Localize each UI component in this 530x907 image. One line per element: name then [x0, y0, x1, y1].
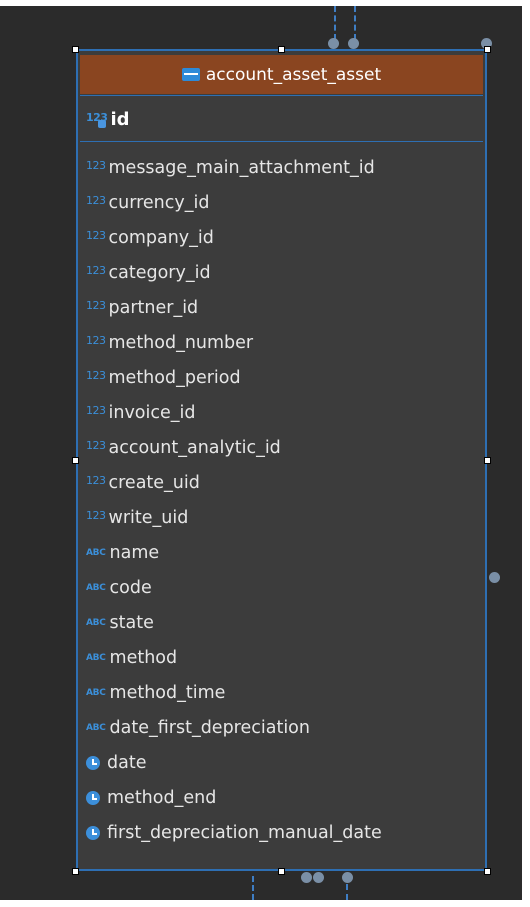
table-header[interactable]: account_asset_asset	[80, 55, 483, 94]
column-name: code	[109, 577, 152, 598]
connector-line	[334, 6, 336, 40]
column-row[interactable]: 123 message_main_attachment_id	[86, 150, 382, 185]
text-type-icon: ABC	[86, 547, 106, 558]
column-name: method_period	[108, 367, 241, 388]
primary-key-row[interactable]: 123 id	[86, 105, 130, 133]
column-name: method	[109, 647, 178, 668]
clock-icon	[86, 790, 100, 805]
number-type-icon: 123	[86, 229, 106, 242]
resize-handle-left[interactable]	[72, 457, 79, 464]
text-type-icon: ABC	[86, 582, 106, 593]
connector-dot[interactable]	[313, 872, 324, 883]
column-name: state	[109, 612, 154, 633]
connector-dot[interactable]	[342, 872, 353, 883]
column-row[interactable]: ABC method	[86, 640, 382, 675]
column-name: create_uid	[108, 472, 200, 493]
primary-key-name: id	[110, 108, 130, 130]
right-edge	[522, 0, 530, 907]
number-type-icon: 123	[86, 299, 106, 312]
text-type-icon: ABC	[86, 652, 106, 663]
column-name: account_analytic_id	[108, 437, 281, 458]
column-name: message_main_attachment_id	[108, 157, 375, 178]
column-row[interactable]: date	[86, 745, 382, 780]
column-row[interactable]: 123 create_uid	[86, 465, 382, 500]
connector-dot[interactable]	[328, 38, 339, 49]
resize-handle-top-left[interactable]	[72, 46, 79, 53]
column-name: date_first_depreciation	[109, 717, 310, 738]
connector-line	[252, 876, 254, 900]
column-row[interactable]: 123 category_id	[86, 255, 382, 290]
column-row[interactable]: ABC state	[86, 605, 382, 640]
resize-handle-top[interactable]	[278, 46, 285, 53]
column-name: company_id	[108, 227, 214, 248]
column-name: date	[107, 752, 147, 773]
text-type-icon: ABC	[86, 722, 106, 733]
column-name: write_uid	[108, 507, 189, 528]
resize-handle-bottom[interactable]	[278, 868, 285, 875]
column-name: name	[109, 542, 160, 563]
column-name: invoice_id	[108, 402, 196, 423]
divider	[80, 141, 483, 142]
connector-dot[interactable]	[348, 38, 359, 49]
number-type-icon: 123	[86, 159, 106, 172]
column-row[interactable]: 123 company_id	[86, 220, 382, 255]
column-row[interactable]: 123 invoice_id	[86, 395, 382, 430]
column-row[interactable]: 123 method_period	[86, 360, 382, 395]
column-row[interactable]: ABC date_first_depreciation	[86, 710, 382, 745]
column-row[interactable]: 123 partner_id	[86, 290, 382, 325]
column-name: method_end	[107, 787, 217, 808]
clock-icon	[86, 825, 100, 840]
column-row[interactable]: ABC method_time	[86, 675, 382, 710]
resize-handle-bottom-right[interactable]	[484, 868, 491, 875]
text-type-icon: ABC	[86, 687, 106, 698]
column-row[interactable]: ABC code	[86, 570, 382, 605]
connector-dot[interactable]	[301, 872, 312, 883]
number-type-icon: 123	[86, 509, 106, 522]
connector-dot[interactable]	[489, 572, 500, 583]
resize-handle-top-right[interactable]	[484, 46, 491, 53]
connector-line	[346, 884, 348, 900]
column-name: method_number	[108, 332, 254, 353]
number-type-icon: 123	[86, 439, 106, 452]
number-type-icon: 123	[86, 404, 106, 417]
column-name: first_depreciation_manual_date	[107, 822, 382, 843]
column-row[interactable]: method_end	[86, 780, 382, 815]
number-type-icon: 123	[86, 369, 106, 382]
resize-handle-bottom-left[interactable]	[72, 868, 79, 875]
number-type-icon: 123	[86, 474, 106, 487]
column-row[interactable]: 123 method_number	[86, 325, 382, 360]
column-row[interactable]: ABC name	[86, 535, 382, 570]
column-row[interactable]: first_depreciation_manual_date	[86, 815, 382, 850]
divider	[80, 95, 483, 96]
bottom-edge	[0, 900, 530, 907]
key-icon	[98, 119, 106, 128]
table-icon	[181, 68, 200, 81]
column-name: method_time	[109, 682, 226, 703]
connector-line	[354, 6, 356, 40]
column-list: 123 message_main_attachment_id 123 currenc…	[86, 150, 382, 850]
number-type-icon: 123	[86, 264, 106, 277]
number-type-icon: 123	[86, 194, 106, 207]
number-type-icon: 123	[86, 334, 106, 347]
table-name: account_asset_asset	[205, 64, 382, 85]
column-name: category_id	[108, 262, 211, 283]
column-name: partner_id	[108, 297, 199, 318]
column-row[interactable]: 123 currency_id	[86, 185, 382, 220]
primary-key-icon: 123	[86, 111, 108, 128]
clock-icon	[86, 755, 100, 770]
column-name: currency_id	[108, 192, 210, 213]
column-row[interactable]: 123 write_uid	[86, 500, 382, 535]
resize-handle-right[interactable]	[484, 457, 491, 464]
text-type-icon: ABC	[86, 617, 106, 628]
column-row[interactable]: 123 account_analytic_id	[86, 430, 382, 465]
